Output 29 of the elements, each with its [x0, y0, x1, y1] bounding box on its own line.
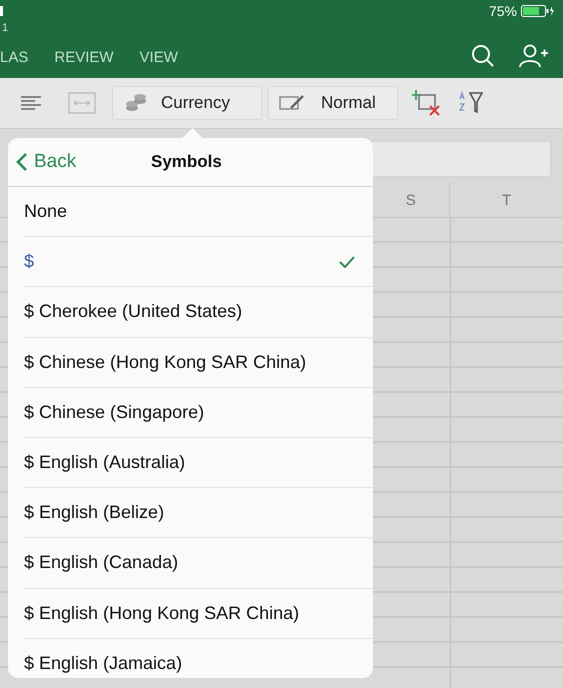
symbol-option[interactable]: $ English (Canada): [24, 538, 373, 588]
symbol-option[interactable]: $ Cherokee (United States): [24, 287, 373, 338]
battery-icon: [521, 5, 555, 17]
symbol-option[interactable]: $: [24, 237, 373, 288]
ribbon-tab[interactable]: VIEW: [140, 48, 178, 72]
symbol-option[interactable]: $ English (Belize): [24, 488, 373, 538]
insert-delete-cells-icon[interactable]: [412, 89, 442, 117]
brush-icon: [279, 94, 305, 112]
symbol-option[interactable]: $ English (Jamaica): [24, 638, 373, 688]
signal-icon: [0, 6, 3, 16]
currency-button[interactable]: Currency: [112, 86, 262, 120]
cell-style-button[interactable]: Normal: [268, 86, 398, 120]
symbol-option[interactable]: None: [24, 187, 373, 238]
symbol-option[interactable]: $ English (Australia): [24, 438, 373, 488]
back-button[interactable]: Back: [8, 151, 76, 173]
battery-level: 75%: [488, 3, 517, 19]
window-title: 1: [2, 22, 10, 34]
popover-title: Symbols: [151, 152, 222, 172]
align-left-icon[interactable]: [20, 95, 42, 111]
symbol-option[interactable]: $ Chinese (Singapore): [24, 388, 373, 438]
chevron-left-icon: [16, 152, 28, 172]
search-icon[interactable]: [471, 44, 495, 68]
checkmark-icon: [339, 256, 355, 268]
ribbon-tab[interactable]: REVIEW: [54, 48, 114, 72]
symbol-option[interactable]: $ English (Hong Kong SAR China): [24, 588, 373, 639]
ribbon-tab[interactable]: LAS: [0, 48, 28, 72]
symbol-option[interactable]: $ Chinese (Hong Kong SAR China): [24, 338, 373, 388]
add-person-icon[interactable]: [519, 44, 549, 68]
coins-icon: [125, 93, 147, 113]
